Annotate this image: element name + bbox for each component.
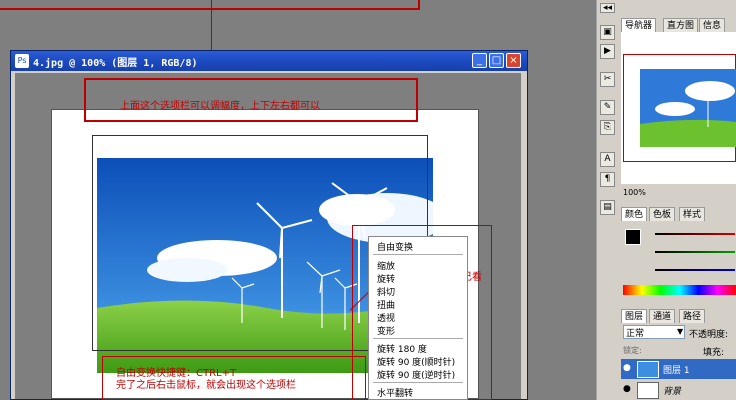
fill-label: 填充: bbox=[703, 348, 725, 358]
eye-icon[interactable]: ● bbox=[623, 384, 631, 394]
menu-item-rotate-90-ccw[interactable]: 旋转 90 度(逆时针) bbox=[377, 368, 455, 381]
document-title: 4.jpg @ 100% (图层 1, RGB/8) bbox=[33, 58, 198, 69]
tab-channels[interactable]: 通道 bbox=[649, 309, 676, 323]
tab-color[interactable]: 颜色 bbox=[621, 207, 648, 221]
menu-item-rotate-180[interactable]: 旋转 180 度 bbox=[377, 342, 427, 355]
collapse-icon[interactable]: ◂◂ bbox=[600, 3, 615, 13]
menu-item-scale[interactable]: 缩放 bbox=[377, 259, 395, 272]
blend-mode-select[interactable]: 正常 bbox=[623, 325, 685, 339]
color-spectrum-bar[interactable] bbox=[623, 285, 736, 295]
tab-layers[interactable]: 图层 bbox=[621, 309, 648, 323]
layer-row-selected[interactable]: ● 图层 1 bbox=[621, 359, 736, 379]
layer-comps-toggle-icon[interactable]: ▤ bbox=[600, 200, 615, 215]
menu-item-perspective[interactable]: 透视 bbox=[377, 311, 395, 324]
green-slider[interactable] bbox=[655, 251, 735, 253]
menu-separator bbox=[373, 254, 463, 255]
layer-name[interactable]: 背景 bbox=[663, 384, 681, 397]
red-slider[interactable] bbox=[655, 233, 735, 235]
menu-item-distort[interactable]: 扭曲 bbox=[377, 298, 395, 311]
opacity-label: 不透明度: bbox=[689, 330, 729, 340]
document-titlebar[interactable]: Ps 4.jpg @ 100% (图层 1, RGB/8) _ □ × bbox=[11, 51, 527, 71]
tab-navigator[interactable]: 导航器 bbox=[621, 18, 657, 32]
color-panel bbox=[621, 221, 736, 301]
tab-info[interactable]: 信息 bbox=[699, 18, 726, 32]
chevron-down-icon: ▼ bbox=[677, 327, 684, 336]
color-tabbar: 颜色 色板 样式 bbox=[619, 207, 736, 221]
lock-label: 锁定: bbox=[623, 346, 642, 355]
menu-item-flip-horizontal[interactable]: 水平翻转 bbox=[377, 386, 413, 399]
close-button[interactable]: × bbox=[506, 53, 521, 68]
navigator-view-box[interactable] bbox=[623, 54, 736, 162]
menu-separator bbox=[373, 382, 463, 383]
tab-styles[interactable]: 样式 bbox=[679, 207, 706, 221]
paragraph-toggle-icon[interactable]: ¶ bbox=[600, 172, 615, 187]
clone-toggle-icon[interactable]: ⎘ bbox=[600, 120, 615, 135]
tab-histogram[interactable]: 直方图 bbox=[663, 18, 699, 32]
navigator-thumbnail bbox=[640, 69, 736, 147]
tab-paths[interactable]: 路径 bbox=[679, 309, 706, 323]
blue-slider[interactable] bbox=[655, 269, 735, 271]
tab-swatches[interactable]: 色板 bbox=[649, 207, 676, 221]
layer-thumbnail bbox=[637, 382, 659, 399]
menu-item-warp[interactable]: 变形 bbox=[377, 324, 395, 337]
panel-toolstrip: ◂◂ ▣ ▶ ✂ ✎ ⎘ A ¶ ▤ bbox=[596, 0, 619, 400]
maximize-button[interactable]: □ bbox=[489, 53, 504, 68]
layers-panel: 正常 ▼ 不透明度: 锁定: 填充: ● 图层 1 ● 背景 bbox=[621, 323, 736, 400]
menu-item-skew[interactable]: 斜切 bbox=[377, 285, 395, 298]
tools-toggle-icon[interactable]: ✂ bbox=[600, 72, 615, 87]
minimize-button[interactable]: _ bbox=[472, 53, 487, 68]
menu-separator bbox=[373, 338, 463, 339]
brush-toggle-icon[interactable]: ✎ bbox=[600, 100, 615, 115]
history-toggle-icon[interactable]: ▶ bbox=[600, 44, 615, 59]
transform-context-menu: 自由变换 缩放 旋转 斜切 扭曲 透视 变形 旋转 180 度 旋转 90 度(… bbox=[368, 236, 468, 400]
character-toggle-icon[interactable]: A bbox=[600, 152, 615, 167]
panels-column: 导航器 直方图 信息 100% 颜色 色板 样式 图层 通道 路径 正常 ▼ 不… bbox=[619, 0, 736, 400]
layers-tabbar: 图层 通道 路径 bbox=[619, 309, 736, 323]
annotation-top-text: 上面这个选项栏可以调幅度，上下左右都可以 bbox=[120, 101, 320, 112]
navigator-toggle-icon[interactable]: ▣ bbox=[600, 25, 615, 40]
annotation-bottom-text-2: 完了之后右击鼠标，就会出现这个选项栏 bbox=[116, 380, 296, 391]
menu-item-rotate-90-cw[interactable]: 旋转 90 度(顺时针) bbox=[377, 355, 455, 368]
annotation-frame-top bbox=[0, 8, 420, 10]
menu-item-rotate[interactable]: 旋转 bbox=[377, 272, 395, 285]
layer-thumbnail bbox=[637, 361, 659, 378]
navigator-zoom-value[interactable]: 100% bbox=[623, 188, 646, 197]
layer-row[interactable]: ● 背景 bbox=[621, 380, 736, 400]
layer-name[interactable]: 图层 1 bbox=[663, 363, 690, 376]
foreground-color-swatch[interactable] bbox=[625, 229, 641, 245]
navigator-tabbar: 导航器 直方图 信息 bbox=[619, 18, 736, 32]
menu-item-free-transform[interactable]: 自由变换 bbox=[377, 240, 413, 253]
annotation-frame-side bbox=[418, 0, 420, 10]
eye-icon[interactable]: ● bbox=[623, 363, 631, 373]
photoshop-doc-icon: Ps bbox=[15, 54, 29, 68]
navigator-panel: 100% bbox=[621, 32, 736, 197]
